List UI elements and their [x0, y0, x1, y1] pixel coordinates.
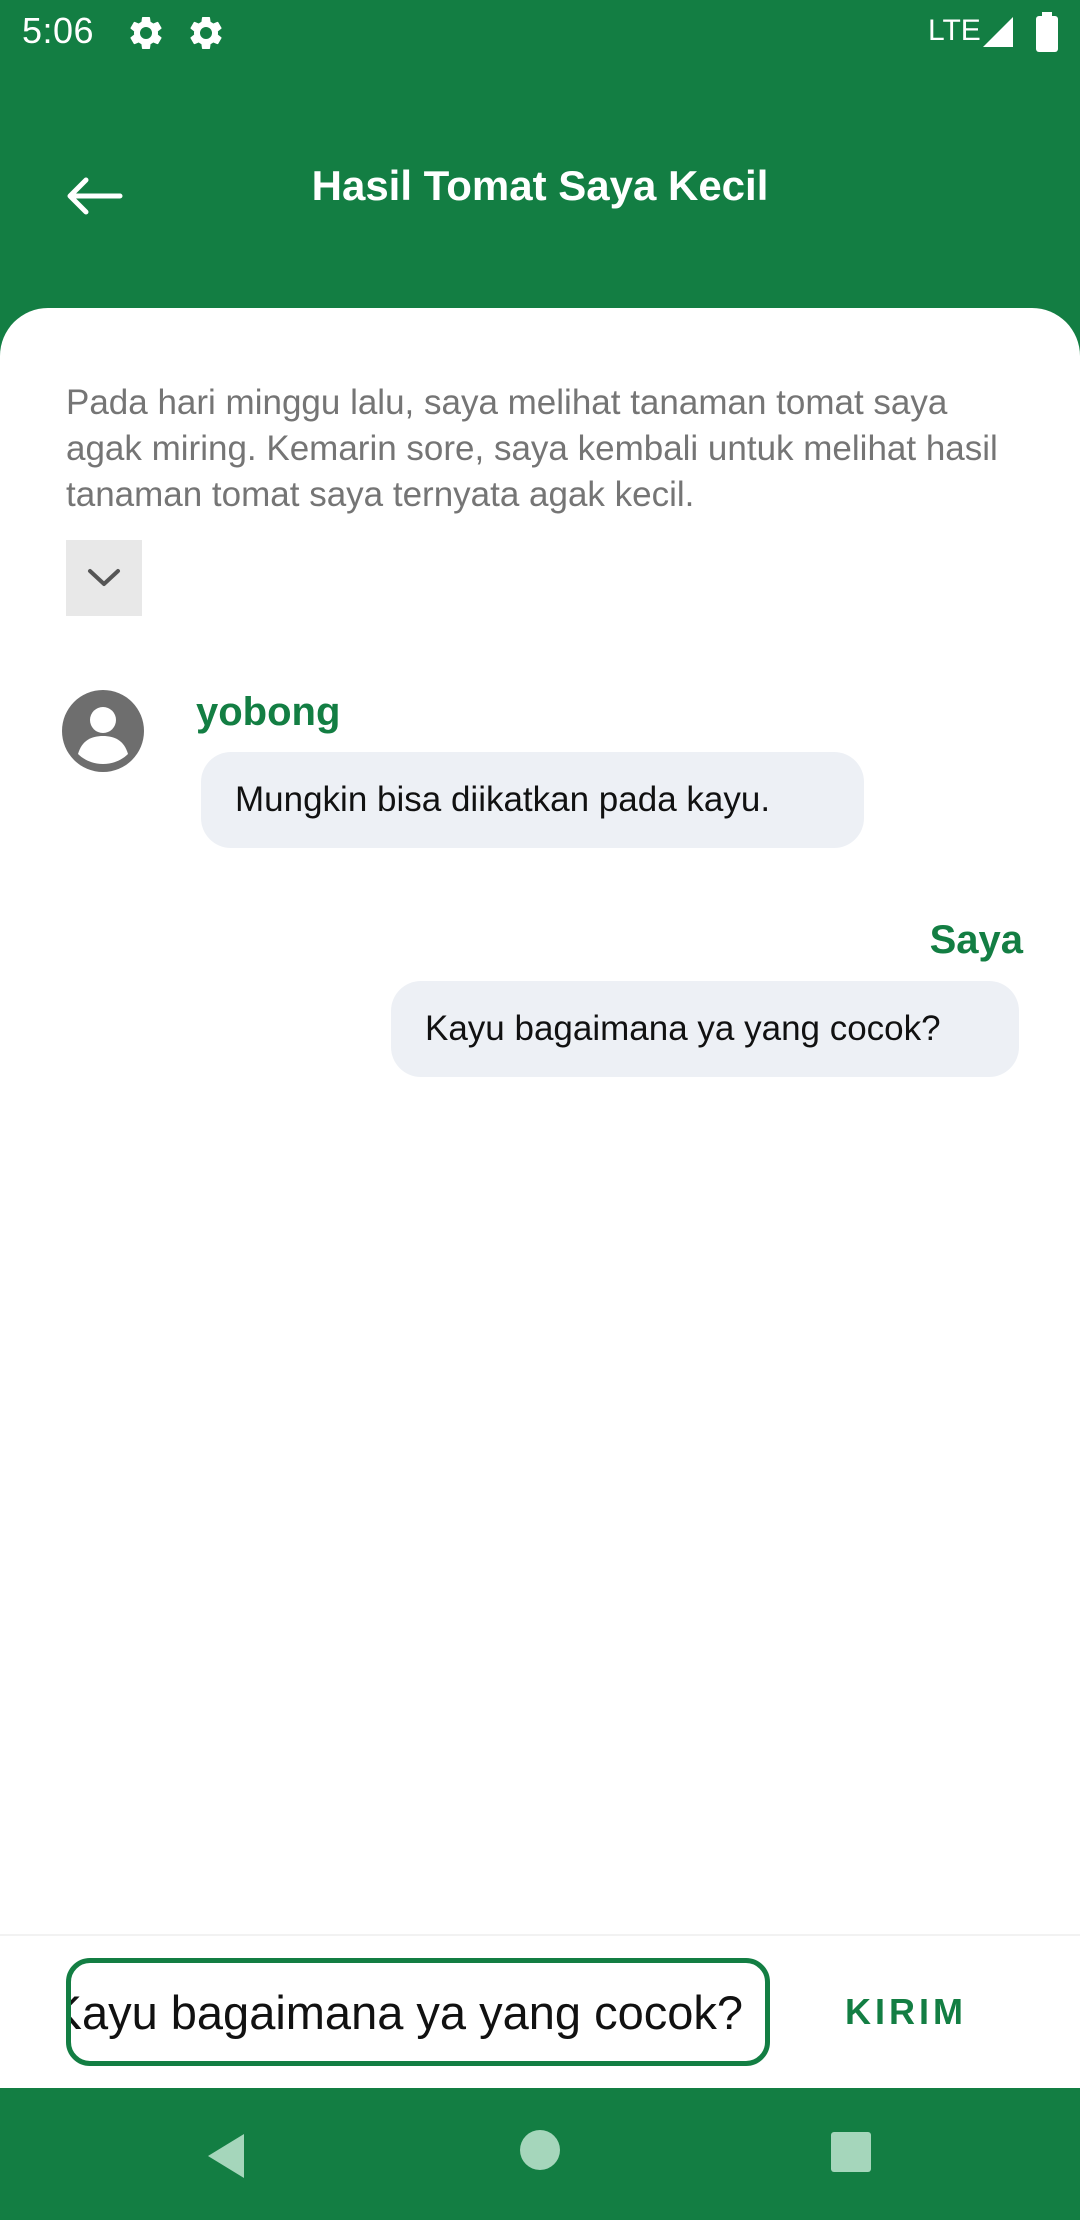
battery-icon [1036, 12, 1058, 52]
send-button[interactable]: KIRIM [826, 1980, 986, 2044]
gear-icon [190, 16, 222, 49]
post-body: Pada hari minggu lalu, saya melihat tana… [66, 383, 998, 514]
comment-bubble: Mungkin bisa diikatkan pada kayu. [201, 752, 864, 848]
system-nav-bar [0, 2088, 1080, 2220]
expand-post-button[interactable] [66, 540, 142, 616]
recents-square-icon[interactable] [829, 2130, 873, 2174]
back-triangle-icon[interactable] [200, 2128, 256, 2184]
status-time: 5:06 [22, 10, 95, 51]
comment-input[interactable]: Kayu bagaimana ya yang cocok? [66, 1958, 770, 2066]
person-avatar-icon [62, 690, 144, 772]
chevron-down-icon [88, 569, 120, 586]
comment-author-self: Saya [929, 918, 1023, 962]
home-circle-icon[interactable] [518, 2128, 562, 2172]
page-title: Hasil Tomat Saya Kecil [311, 162, 769, 209]
comment-composer: Kayu bagaimana ya yang cocok? KIRIM [0, 1934, 1080, 2088]
signal-icon [983, 17, 1013, 47]
comment-input-value: Kayu bagaimana ya yang cocok? [66, 1985, 743, 2039]
comment-bubble-self: Kayu bagaimana ya yang cocok? [391, 981, 1019, 1077]
status-bar: 5:06 LTE [0, 0, 1080, 66]
app-bar: Hasil Tomat Saya Kecil [0, 66, 1080, 308]
discussion-sheet: Pada hari minggu lalu, saya melihat tana… [0, 308, 1080, 1934]
network-type: LTE [928, 14, 981, 47]
comment-author: yobong [196, 690, 341, 734]
gear-icon [130, 16, 162, 49]
